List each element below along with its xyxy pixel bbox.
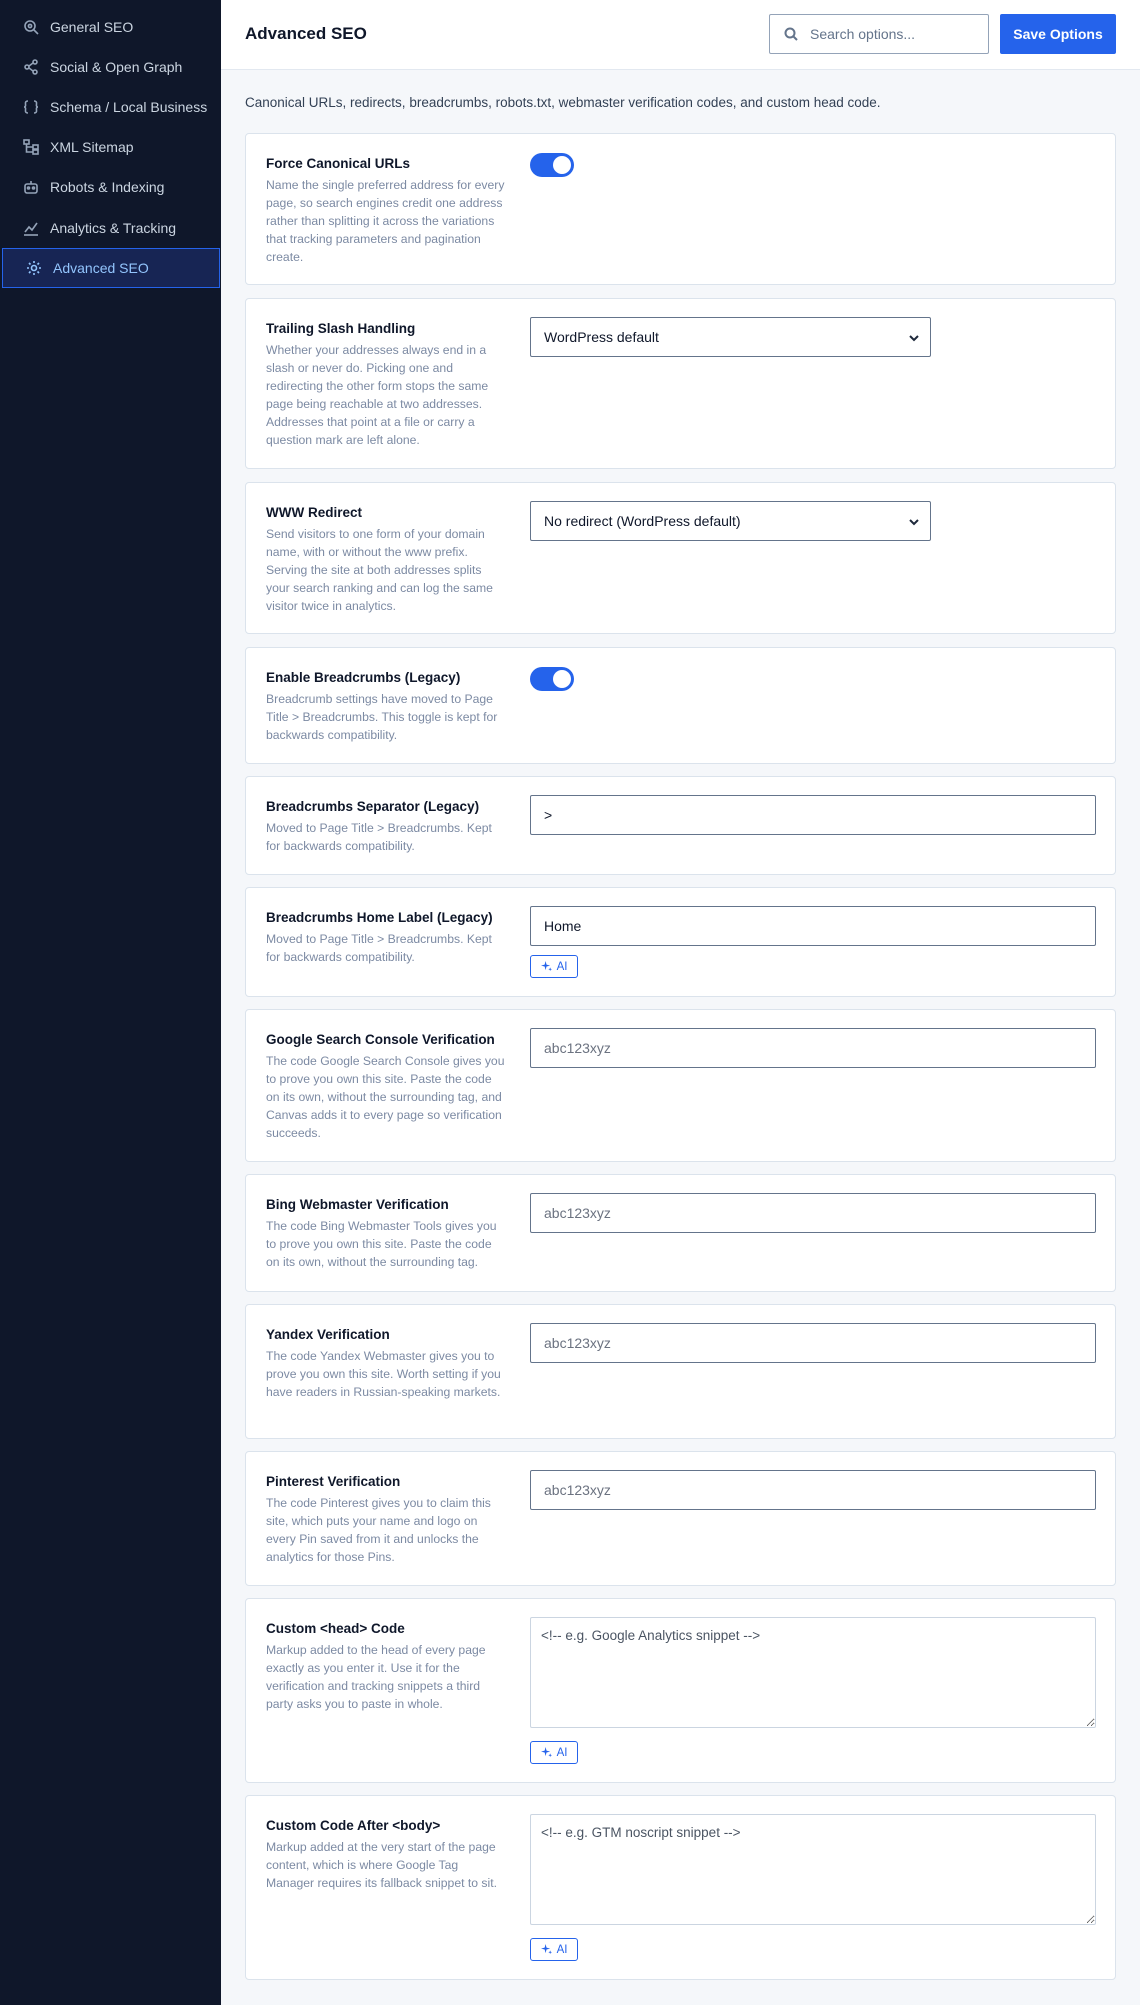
setting-bing-verification: Bing Webmaster Verification The code Bin… xyxy=(245,1174,1116,1292)
select-value: No redirect (WordPress default) xyxy=(544,513,741,529)
setting-description: Markup added at the very start of the pa… xyxy=(266,1840,497,1890)
sidebar-item-xml-sitemap[interactable]: XML Sitemap xyxy=(0,127,221,167)
chevron-down-icon xyxy=(909,335,919,342)
setting-custom-body: Custom Code After <body> Markup added at… xyxy=(245,1795,1116,1980)
setting-label: Google Search Console Verification xyxy=(266,1032,495,1047)
setting-label: Enable Breadcrumbs (Legacy) xyxy=(266,670,461,685)
main-content: Advanced SEO Save Options Canonical URLs… xyxy=(221,0,1140,2005)
search-icon xyxy=(784,27,798,41)
breadcrumbs-home-input[interactable] xyxy=(530,906,1096,946)
setting-description: The code Google Search Console gives you… xyxy=(266,1054,505,1140)
breadcrumbs-toggle[interactable] xyxy=(530,667,574,691)
setting-description: Moved to Page Title > Breadcrumbs. Kept … xyxy=(266,932,492,964)
setting-description: Markup added to the head of every page e… xyxy=(266,1643,486,1711)
ai-assist-button[interactable]: AI xyxy=(530,1938,578,1961)
save-options-button[interactable]: Save Options xyxy=(1000,14,1116,54)
setting-label: Custom Code After <body> xyxy=(266,1818,441,1833)
sidebar-item-label: Advanced SEO xyxy=(53,260,149,276)
force-canonical-toggle[interactable] xyxy=(530,153,574,177)
sidebar: General SEO Social & Open Graph Schema /… xyxy=(0,0,221,2005)
www-redirect-select[interactable]: No redirect (WordPress default) xyxy=(530,501,931,541)
setting-description: The code Bing Webmaster Tools gives you … xyxy=(266,1219,497,1269)
sidebar-item-label: Analytics & Tracking xyxy=(50,220,177,236)
setting-pinterest-verification: Pinterest Verification The code Pinteres… xyxy=(245,1451,1116,1586)
custom-head-code-textarea[interactable] xyxy=(530,1617,1096,1728)
chart-icon xyxy=(22,219,40,237)
toggle-knob xyxy=(553,156,571,174)
ai-assist-button[interactable]: AI xyxy=(530,1741,578,1764)
search-input[interactable] xyxy=(810,26,980,42)
setting-description: The code Yandex Webmaster gives you to p… xyxy=(266,1349,501,1399)
setting-label: Bing Webmaster Verification xyxy=(266,1197,449,1212)
share-icon xyxy=(22,58,40,76)
setting-trailing-slash: Trailing Slash Handling Whether your add… xyxy=(245,298,1116,469)
yandex-verification-input[interactable] xyxy=(530,1323,1096,1363)
custom-body-code-textarea[interactable] xyxy=(530,1814,1096,1925)
gear-icon xyxy=(25,259,43,277)
setting-breadcrumbs-separator: Breadcrumbs Separator (Legacy) Moved to … xyxy=(245,776,1116,875)
setting-yandex-verification: Yandex Verification The code Yandex Webm… xyxy=(245,1304,1116,1439)
search-box[interactable] xyxy=(769,14,989,54)
sparkle-icon xyxy=(540,1944,552,1955)
page-title: Advanced SEO xyxy=(245,24,367,43)
ai-button-label: AI xyxy=(556,1943,568,1956)
setting-label: Pinterest Verification xyxy=(266,1474,401,1489)
sparkle-icon xyxy=(540,1747,552,1758)
sidebar-item-social[interactable]: Social & Open Graph xyxy=(0,47,221,87)
setting-www-redirect: WWW Redirect Send visitors to one form o… xyxy=(245,482,1116,634)
setting-description: Send visitors to one form of your domain… xyxy=(266,527,493,613)
toggle-knob xyxy=(553,670,571,688)
sidebar-item-schema[interactable]: Schema / Local Business xyxy=(0,87,221,127)
setting-description: Name the single preferred address for ev… xyxy=(266,178,505,264)
setting-breadcrumbs-home: Breadcrumbs Home Label (Legacy) Moved to… xyxy=(245,887,1116,997)
setting-label: Breadcrumbs Separator (Legacy) xyxy=(266,799,480,814)
sidebar-item-label: Social & Open Graph xyxy=(50,59,183,75)
sidebar-item-label: Robots & Indexing xyxy=(50,179,165,195)
setting-label: Breadcrumbs Home Label (Legacy) xyxy=(266,910,493,925)
sidebar-item-analytics[interactable]: Analytics & Tracking xyxy=(0,208,221,248)
sidebar-item-robots[interactable]: Robots & Indexing xyxy=(0,167,221,207)
setting-label: Trailing Slash Handling xyxy=(266,321,416,336)
setting-google-verification: Google Search Console Verification The c… xyxy=(245,1009,1116,1162)
sidebar-item-advanced-seo[interactable]: Advanced SEO xyxy=(2,248,220,288)
setting-label: Custom <head> Code xyxy=(266,1621,405,1636)
ai-assist-button[interactable]: AI xyxy=(530,955,578,978)
braces-icon xyxy=(22,98,40,116)
setting-label: Yandex Verification xyxy=(266,1327,390,1342)
page-intro: Canonical URLs, redirects, breadcrumbs, … xyxy=(245,95,881,110)
setting-description: Whether your addresses always end in a s… xyxy=(266,343,489,447)
setting-breadcrumbs: Enable Breadcrumbs (Legacy) Breadcrumb s… xyxy=(245,647,1116,764)
robot-icon xyxy=(22,178,40,196)
setting-label: Force Canonical URLs xyxy=(266,156,411,171)
setting-force-canonical: Force Canonical URLs Name the single pre… xyxy=(245,133,1116,285)
setting-custom-head: Custom <head> Code Markup added to the h… xyxy=(245,1598,1116,1783)
sidebar-item-label: General SEO xyxy=(50,19,134,35)
pinterest-verification-input[interactable] xyxy=(530,1470,1096,1510)
setting-description: The code Pinterest gives you to claim th… xyxy=(266,1496,491,1564)
sidebar-item-general-seo[interactable]: General SEO xyxy=(0,7,221,47)
select-value: WordPress default xyxy=(544,329,659,345)
chevron-down-icon xyxy=(909,519,919,526)
setting-description: Breadcrumb settings have moved to Page T… xyxy=(266,692,498,742)
page-header: Advanced SEO Save Options xyxy=(221,0,1140,70)
ai-button-label: AI xyxy=(556,960,568,973)
setting-description: Moved to Page Title > Breadcrumbs. Kept … xyxy=(266,821,492,853)
sparkle-icon xyxy=(540,961,552,972)
search-gear-icon xyxy=(22,18,40,36)
google-verification-input[interactable] xyxy=(530,1028,1096,1068)
sitemap-icon xyxy=(22,138,40,156)
setting-label: WWW Redirect xyxy=(266,505,362,520)
ai-button-label: AI xyxy=(556,1746,568,1759)
bing-verification-input[interactable] xyxy=(530,1193,1096,1233)
breadcrumbs-separator-input[interactable] xyxy=(530,795,1096,835)
sidebar-item-label: Schema / Local Business xyxy=(50,99,208,115)
trailing-slash-select[interactable]: WordPress default xyxy=(530,317,931,357)
sidebar-item-label: XML Sitemap xyxy=(50,139,134,155)
